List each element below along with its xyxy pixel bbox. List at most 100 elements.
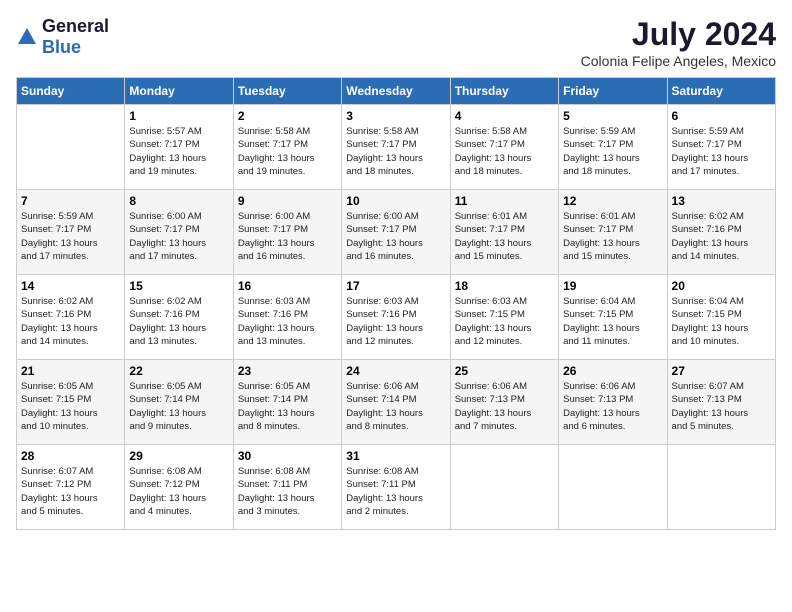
header-monday: Monday [125, 78, 233, 105]
table-row: 21Sunrise: 6:05 AMSunset: 7:15 PMDayligh… [17, 360, 125, 445]
logo-blue: Blue [42, 37, 81, 57]
day-info: Sunrise: 5:59 AMSunset: 7:17 PMDaylight:… [563, 125, 662, 178]
table-row: 9Sunrise: 6:00 AMSunset: 7:17 PMDaylight… [233, 190, 341, 275]
table-row [559, 445, 667, 530]
table-row: 26 Sunrise: 6:06 AMSunset: 7:13 PMDayligh… [559, 360, 667, 445]
day-number: 24 [346, 364, 445, 378]
day-number: 20 [672, 279, 771, 293]
day-info: Sunrise: 6:00 AMSunset: 7:17 PMDaylight:… [346, 210, 445, 263]
header-sunday: Sunday [17, 78, 125, 105]
table-row [17, 105, 125, 190]
table-row: 23Sunrise: 6:05 AMSunset: 7:14 PMDayligh… [233, 360, 341, 445]
table-row: 10 Sunrise: 6:00 AMSunset: 7:17 PMDayligh… [342, 190, 450, 275]
day-info: Sunrise: 6:04 AMSunset: 7:15 PMDaylight:… [672, 295, 771, 348]
day-number: 10 [346, 194, 445, 208]
day-number: 6 [672, 109, 771, 123]
table-row: 3 Sunrise: 5:58 AMSunset: 7:17 PMDaylight… [342, 105, 450, 190]
day-number: 2 [238, 109, 337, 123]
logo: General Blue [16, 16, 109, 58]
calendar-body: 1 Sunrise: 5:57 AMSunset: 7:17 PMDaylight… [17, 105, 776, 530]
day-info: Sunrise: 6:06 AMSunset: 7:13 PMDaylight:… [455, 380, 554, 433]
day-info: Sunrise: 6:02 AMSunset: 7:16 PMDaylight:… [21, 295, 120, 348]
day-number: 9 [238, 194, 337, 208]
day-number: 11 [455, 194, 554, 208]
table-row: 6 Sunrise: 5:59 AMSunset: 7:17 PMDaylight… [667, 105, 775, 190]
day-number: 28 [21, 449, 120, 463]
table-row: 11 Sunrise: 6:01 AMSunset: 7:17 PMDayligh… [450, 190, 558, 275]
day-info: Sunrise: 6:06 AMSunset: 7:13 PMDaylight:… [563, 380, 662, 433]
table-row: 5 Sunrise: 5:59 AMSunset: 7:17 PMDaylight… [559, 105, 667, 190]
day-number: 5 [563, 109, 662, 123]
calendar-table: Sunday Monday Tuesday Wednesday Thursday… [16, 77, 776, 530]
day-number: 1 [129, 109, 228, 123]
table-row: 22 Sunrise: 6:05 AMSunset: 7:14 PMDayligh… [125, 360, 233, 445]
table-row: 30 Sunrise: 6:08 AMSunset: 7:11 PMDayligh… [233, 445, 341, 530]
header-saturday: Saturday [667, 78, 775, 105]
day-info: Sunrise: 6:02 AMSunset: 7:16 PMDaylight:… [129, 295, 228, 348]
day-number: 4 [455, 109, 554, 123]
day-info: Sunrise: 5:58 AMSunset: 7:17 PMDaylight:… [346, 125, 445, 178]
table-row [667, 445, 775, 530]
header-tuesday: Tuesday [233, 78, 341, 105]
table-row: 31 Sunrise: 6:08 AMSunset: 7:11 PMDayligh… [342, 445, 450, 530]
header-friday: Friday [559, 78, 667, 105]
day-number: 14 [21, 279, 120, 293]
table-row: 12Sunrise: 6:01 AMSunset: 7:17 PMDayligh… [559, 190, 667, 275]
table-row: 4 Sunrise: 5:58 AMSunset: 7:17 PMDaylight… [450, 105, 558, 190]
day-info: Sunrise: 6:05 AMSunset: 7:14 PMDaylight:… [129, 380, 228, 433]
day-info: Sunrise: 6:08 AMSunset: 7:11 PMDaylight:… [238, 465, 337, 518]
day-info: Sunrise: 5:59 AMSunset: 7:17 PMDaylight:… [21, 210, 120, 263]
day-number: 19 [563, 279, 662, 293]
table-row: 29Sunrise: 6:08 AMSunset: 7:12 PMDayligh… [125, 445, 233, 530]
day-info: Sunrise: 6:05 AMSunset: 7:15 PMDaylight:… [21, 380, 120, 433]
day-info: Sunrise: 6:03 AMSunset: 7:15 PMDaylight:… [455, 295, 554, 348]
day-number: 18 [455, 279, 554, 293]
table-row: 1 Sunrise: 5:57 AMSunset: 7:17 PMDaylight… [125, 105, 233, 190]
day-info: Sunrise: 6:03 AMSunset: 7:16 PMDaylight:… [238, 295, 337, 348]
page-header: General Blue July 2024 Colonia Felipe An… [16, 16, 776, 69]
table-row: 15 Sunrise: 6:02 AMSunset: 7:16 PMDayligh… [125, 275, 233, 360]
day-info: Sunrise: 5:59 AMSunset: 7:17 PMDaylight:… [672, 125, 771, 178]
day-info: Sunrise: 6:05 AMSunset: 7:14 PMDaylight:… [238, 380, 337, 433]
day-number: 31 [346, 449, 445, 463]
table-row: 2Sunrise: 5:58 AMSunset: 7:17 PMDaylight… [233, 105, 341, 190]
day-number: 13 [672, 194, 771, 208]
day-number: 8 [129, 194, 228, 208]
table-row: 28 Sunrise: 6:07 AMSunset: 7:12 PMDayligh… [17, 445, 125, 530]
table-row: 17Sunrise: 6:03 AMSunset: 7:16 PMDayligh… [342, 275, 450, 360]
table-row: 20 Sunrise: 6:04 AMSunset: 7:15 PMDayligh… [667, 275, 775, 360]
day-number: 26 [563, 364, 662, 378]
day-info: Sunrise: 6:08 AMSunset: 7:12 PMDaylight:… [129, 465, 228, 518]
table-row: 25 Sunrise: 6:06 AMSunset: 7:13 PMDayligh… [450, 360, 558, 445]
day-number: 25 [455, 364, 554, 378]
title-block: July 2024 Colonia Felipe Angeles, Mexico [581, 16, 776, 69]
day-number: 27 [672, 364, 771, 378]
day-info: Sunrise: 6:02 AMSunset: 7:16 PMDaylight:… [672, 210, 771, 263]
table-row: 14 Sunrise: 6:02 AMSunset: 7:16 PMDayligh… [17, 275, 125, 360]
day-info: Sunrise: 6:06 AMSunset: 7:14 PMDaylight:… [346, 380, 445, 433]
table-row: 16Sunrise: 6:03 AMSunset: 7:16 PMDayligh… [233, 275, 341, 360]
day-number: 22 [129, 364, 228, 378]
day-number: 3 [346, 109, 445, 123]
day-info: Sunrise: 6:08 AMSunset: 7:11 PMDaylight:… [346, 465, 445, 518]
table-row: 18 Sunrise: 6:03 AMSunset: 7:15 PMDayligh… [450, 275, 558, 360]
day-number: 15 [129, 279, 228, 293]
table-row: 24 Sunrise: 6:06 AMSunset: 7:14 PMDayligh… [342, 360, 450, 445]
day-number: 30 [238, 449, 337, 463]
day-info: Sunrise: 5:57 AMSunset: 7:17 PMDaylight:… [129, 125, 228, 178]
day-info: Sunrise: 6:00 AMSunset: 7:17 PMDaylight:… [129, 210, 228, 263]
table-row: 7 Sunrise: 5:59 AMSunset: 7:17 PMDaylight… [17, 190, 125, 275]
calendar-header: Sunday Monday Tuesday Wednesday Thursday… [17, 78, 776, 105]
day-number: 17 [346, 279, 445, 293]
header-wednesday: Wednesday [342, 78, 450, 105]
day-info: Sunrise: 5:58 AMSunset: 7:17 PMDaylight:… [455, 125, 554, 178]
day-info: Sunrise: 6:07 AMSunset: 7:12 PMDaylight:… [21, 465, 120, 518]
table-row [450, 445, 558, 530]
table-row: 19Sunrise: 6:04 AMSunset: 7:15 PMDayligh… [559, 275, 667, 360]
logo-general: General [42, 16, 109, 36]
day-number: 7 [21, 194, 120, 208]
logo-text: General Blue [42, 16, 109, 58]
table-row: 27Sunrise: 6:07 AMSunset: 7:13 PMDayligh… [667, 360, 775, 445]
header-thursday: Thursday [450, 78, 558, 105]
day-info: Sunrise: 6:01 AMSunset: 7:17 PMDaylight:… [455, 210, 554, 263]
